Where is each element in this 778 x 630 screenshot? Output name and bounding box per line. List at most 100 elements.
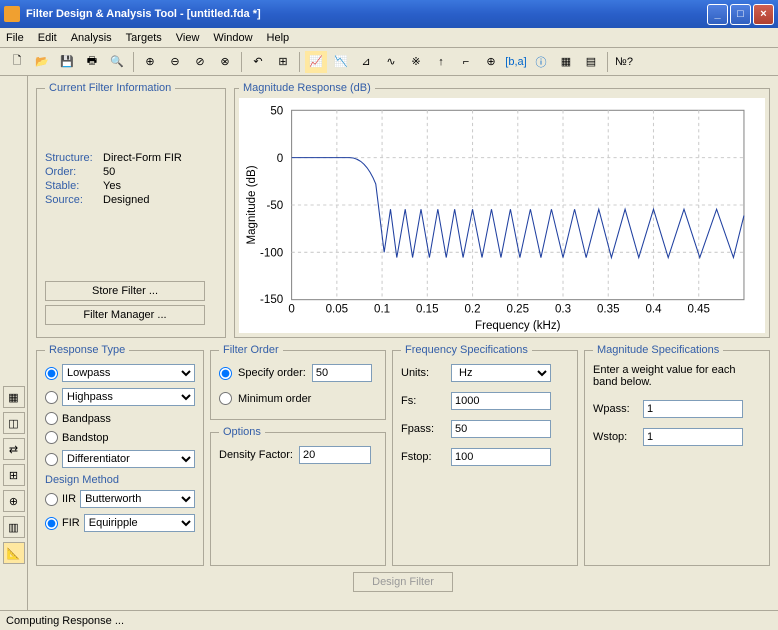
minimize-button[interactable]: _ <box>707 4 728 25</box>
zoom-x-icon[interactable]: ⊘ <box>189 51 211 73</box>
design-filter-button[interactable]: Design Filter <box>353 572 453 592</box>
structure-value: Direct-Form FIR <box>103 152 182 164</box>
differentiator-radio[interactable] <box>45 453 58 466</box>
iir-select[interactable]: Butterworth <box>80 490 195 508</box>
filter-manager-button[interactable]: Filter Manager ... <box>45 305 205 325</box>
maximize-button[interactable]: □ <box>730 4 751 25</box>
iir-radio[interactable] <box>45 493 58 506</box>
options-panel: Options Density Factor: <box>210 426 386 566</box>
store-filter-button[interactable]: Store Filter ... <box>45 281 205 301</box>
noise-icon[interactable]: ▦ <box>555 51 577 73</box>
fpass-input[interactable] <box>451 420 551 438</box>
zoom-reset-icon[interactable]: ⊗ <box>214 51 236 73</box>
stable-value: Yes <box>103 180 121 192</box>
impulse-icon[interactable]: ↑ <box>430 51 452 73</box>
save-icon[interactable]: 💾 <box>56 51 78 73</box>
side-btn-7[interactable]: 📐 <box>3 542 25 564</box>
specify-order-label: Specify order: <box>238 367 306 379</box>
groupdelay-icon[interactable]: ∿ <box>380 51 402 73</box>
side-btn-1[interactable]: ▦ <box>3 386 25 408</box>
side-btn-6[interactable]: ▥ <box>3 516 25 538</box>
magphase-icon[interactable]: ⊿ <box>355 51 377 73</box>
density-factor-input[interactable] <box>299 446 371 464</box>
titlebar: Filter Design & Analysis Tool - [untitle… <box>0 0 778 28</box>
svg-text:0: 0 <box>288 303 294 315</box>
new-icon[interactable]: 🗋 <box>6 51 28 73</box>
phasedelay-icon[interactable]: ※ <box>405 51 427 73</box>
wpass-input[interactable] <box>643 400 743 418</box>
numeric-icon[interactable]: ▤ <box>580 51 602 73</box>
menu-window[interactable]: Window <box>213 32 252 44</box>
options-legend: Options <box>219 426 265 438</box>
side-btn-2[interactable]: ◫ <box>3 412 25 434</box>
status-text: Computing Response ... <box>6 615 124 627</box>
open-icon[interactable]: 📂 <box>31 51 53 73</box>
filter-spec-icon[interactable]: ⊞ <box>272 51 294 73</box>
preview-icon[interactable]: 🔍 <box>106 51 128 73</box>
side-btn-4[interactable]: ⊞ <box>3 464 25 486</box>
wpass-label: Wpass: <box>593 403 643 415</box>
fs-label: Fs: <box>401 395 451 407</box>
svg-text:0.45: 0.45 <box>687 303 710 315</box>
fs-input[interactable] <box>451 392 551 410</box>
differentiator-select[interactable]: Differentiator <box>62 450 195 468</box>
undo-icon[interactable]: ↶ <box>247 51 269 73</box>
fpass-label: Fpass: <box>401 423 451 435</box>
close-button[interactable]: × <box>753 4 774 25</box>
magnitude-chart: 50 0 -50 -100 -150 0 0.05 0.1 0.15 0.2 0… <box>239 98 765 333</box>
stable-label: Stable: <box>45 180 103 192</box>
lowpass-select[interactable]: Lowpass <box>62 364 195 382</box>
svg-text:Magnitude (dB): Magnitude (dB) <box>246 165 258 244</box>
menu-edit[interactable]: Edit <box>38 32 57 44</box>
statusbar: Computing Response ... <box>0 610 778 630</box>
mag-spec-hint: Enter a weight value for each band below… <box>593 364 761 388</box>
menu-analysis[interactable]: Analysis <box>71 32 112 44</box>
zoom-in-icon[interactable]: ⊕ <box>139 51 161 73</box>
app-icon <box>4 6 20 22</box>
lowpass-radio[interactable] <box>45 367 58 380</box>
units-select[interactable]: Hz <box>451 364 551 382</box>
side-btn-5[interactable]: ⊕ <box>3 490 25 512</box>
menu-targets[interactable]: Targets <box>126 32 162 44</box>
menu-file[interactable]: File <box>6 32 24 44</box>
info-icon[interactable]: ⓘ <box>530 51 552 73</box>
phase-resp-icon[interactable]: 📉 <box>330 51 352 73</box>
bandpass-radio[interactable] <box>45 412 58 425</box>
frequency-spec-panel: Frequency Specifications Units:Hz Fs: Fp… <box>392 344 578 566</box>
coef-icon[interactable]: [b,a] <box>505 51 527 73</box>
density-factor-label: Density Factor: <box>219 449 293 461</box>
menu-help[interactable]: Help <box>267 32 290 44</box>
specify-order-radio[interactable] <box>219 367 232 380</box>
minimum-order-label: Minimum order <box>238 393 311 405</box>
bandstop-radio[interactable] <box>45 431 58 444</box>
fir-select[interactable]: Equiripple <box>84 514 195 532</box>
specify-order-input[interactable] <box>312 364 372 382</box>
svg-text:0.25: 0.25 <box>507 303 530 315</box>
polezero-icon[interactable]: ⊕ <box>480 51 502 73</box>
svg-text:0.1: 0.1 <box>374 303 390 315</box>
response-type-legend: Response Type <box>45 344 129 356</box>
highpass-radio[interactable] <box>45 391 58 404</box>
print-icon[interactable]: 🖶 <box>81 51 103 73</box>
side-btn-3[interactable]: ⇄ <box>3 438 25 460</box>
mag-resp-icon[interactable]: 📈 <box>305 51 327 73</box>
freq-spec-legend: Frequency Specifications <box>401 344 532 356</box>
svg-text:0.35: 0.35 <box>597 303 620 315</box>
menu-view[interactable]: View <box>176 32 200 44</box>
fir-radio[interactable] <box>45 517 58 530</box>
current-filter-info-panel: Current Filter Information Structure:Dir… <box>36 82 226 338</box>
fstop-input[interactable] <box>451 448 551 466</box>
svg-text:0.3: 0.3 <box>555 303 571 315</box>
iir-label: IIR <box>62 493 76 505</box>
svg-text:Frequency (kHz): Frequency (kHz) <box>475 320 561 332</box>
help-icon[interactable]: №? <box>613 51 635 73</box>
wstop-input[interactable] <box>643 428 743 446</box>
minimum-order-radio[interactable] <box>219 392 232 405</box>
fstop-label: Fstop: <box>401 451 451 463</box>
filter-info-legend: Current Filter Information <box>45 82 175 94</box>
highpass-select[interactable]: Highpass <box>62 388 195 406</box>
svg-text:-50: -50 <box>266 200 283 212</box>
step-icon[interactable]: ⌐ <box>455 51 477 73</box>
zoom-out-icon[interactable]: ⊖ <box>164 51 186 73</box>
svg-text:-150: -150 <box>260 294 283 306</box>
